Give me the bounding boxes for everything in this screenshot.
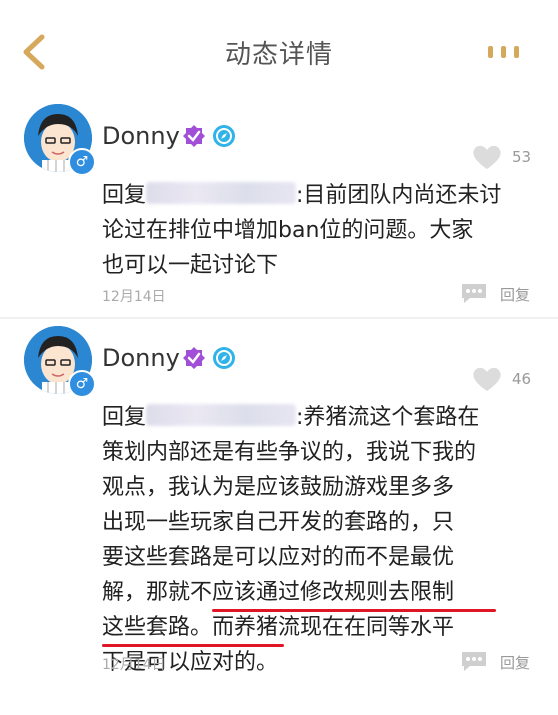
- reply-label: 回复: [500, 286, 531, 304]
- comment-body: 回复:目前团队内尚还未讨 论过在排位中增加ban位的问题。大家 也可以一起讨论下: [102, 182, 502, 278]
- comment-item: ♂ Donny 46 回复:养猪流这个套路在 策划内部还是有些争议的，我说下我的…: [0, 326, 558, 706]
- chat-bubble-icon: [462, 284, 486, 303]
- like-count: 53: [512, 148, 532, 166]
- divider: [0, 317, 558, 319]
- author-name[interactable]: Donny: [102, 122, 180, 150]
- verified-icon: [183, 125, 205, 147]
- compass-badge-icon: [213, 347, 235, 369]
- author-name[interactable]: Donny: [102, 344, 180, 372]
- reply-label: 回复: [500, 654, 531, 672]
- like-count: 46: [512, 370, 532, 388]
- reply-button[interactable]: 回复: [460, 282, 540, 306]
- comment-item: ♂ Donny 53 回复:目前团队内尚还未讨 论过在排位中增加ban位的问题。…: [0, 104, 558, 316]
- comment-date: 12月14日: [102, 657, 166, 673]
- blurred-username: [146, 404, 297, 426]
- more-icon[interactable]: [486, 42, 526, 62]
- highlighted-text: 而养猪流现在在同等水平: [212, 615, 455, 640]
- blurred-username: [146, 182, 297, 204]
- verified-icon: [183, 347, 205, 369]
- chat-bubble-icon: [462, 652, 486, 671]
- red-underline: [102, 644, 284, 647]
- reply-button[interactable]: 回复: [460, 650, 540, 674]
- top-bar: 动态详情: [0, 0, 558, 100]
- male-icon: ♂: [68, 148, 96, 176]
- page-title: 动态详情: [224, 40, 333, 70]
- compass-badge-icon: [213, 125, 235, 147]
- heart-icon[interactable]: [472, 366, 502, 392]
- male-icon: ♂: [68, 370, 96, 398]
- comment-date: 12月14日: [102, 289, 166, 305]
- reply-prefix: 回复: [102, 183, 147, 208]
- comment-body: 回复:养猪流这个套路在 策划内部还是有些争议的，我说下我的 观点，我认为是应该鼓…: [102, 404, 480, 675]
- heart-icon[interactable]: [472, 144, 502, 170]
- reply-prefix: 回复: [102, 405, 147, 430]
- red-underline: [212, 609, 496, 612]
